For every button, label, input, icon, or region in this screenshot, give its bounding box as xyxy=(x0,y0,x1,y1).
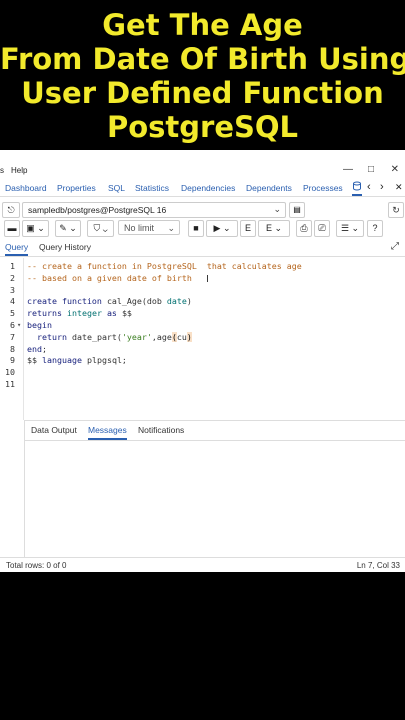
pgadmin-window: s Help — □ ✕ Dashboard Properties SQL St… xyxy=(0,150,405,572)
tab-dependents[interactable]: Dependents xyxy=(246,183,292,193)
code-line: 2 -- based on a given date of birth xyxy=(0,272,405,284)
line-number: 9 xyxy=(10,355,15,366)
line-number: 7 xyxy=(10,331,15,342)
save-icon[interactable]: ▣ ⌄ xyxy=(22,220,49,237)
line-number: 3 xyxy=(10,284,15,295)
object-tabs: Dashboard Properties SQL Statistics Depe… xyxy=(0,178,405,197)
tabs-next-icon[interactable]: › xyxy=(380,181,384,193)
limit-select[interactable]: No limit ⌄ xyxy=(118,220,180,235)
code-line: 8 end; xyxy=(0,343,405,355)
code-line: 5 returns integer as $$ xyxy=(0,307,405,319)
sql-editor[interactable]: 1 -- create a function in PostgreSQL that… xyxy=(0,258,405,420)
line-number: 6 xyxy=(10,320,15,330)
line-number: 5 xyxy=(10,308,15,319)
connection-bar: ⎋ sampledb/postgres@PostgreSQL 16 ⌄ ▤ xyxy=(2,202,305,218)
code-text: -- based on a given date of birth xyxy=(27,272,192,283)
line-number: 10 xyxy=(5,367,15,378)
tab-messages[interactable]: Messages xyxy=(88,425,127,440)
close-window-icon[interactable]: ✕ xyxy=(391,164,399,175)
rollback-icon[interactable]: ⎚ xyxy=(314,220,330,237)
tab-properties[interactable]: Properties xyxy=(57,183,96,193)
refresh-icon[interactable]: ↻ xyxy=(388,202,404,218)
commit-icon[interactable]: ⎙ xyxy=(296,220,312,237)
query-tabs: Query Query History ⤢ xyxy=(0,240,405,257)
connection-status-icon[interactable]: ⎋ xyxy=(2,202,20,218)
code-text: begin xyxy=(27,320,52,330)
explain-analyze-icon[interactable]: E ⌄ xyxy=(258,220,290,237)
tab-data-output[interactable]: Data Output xyxy=(31,425,77,435)
tab-dependencies[interactable]: Dependencies xyxy=(181,183,235,193)
code-text: create function cal_Age(dob date) xyxy=(27,296,192,307)
code-text: returns integer as $$ xyxy=(27,308,132,319)
line-number: 4 xyxy=(10,296,15,307)
line-number: 11 xyxy=(5,379,15,389)
query-toolbar: ▬ ▣ ⌄ ✎ ⌄ ⛉ ⌄ No limit ⌄ ■ ▶ ⌄ E E ⌄ ⎙ ⎚ … xyxy=(0,220,405,237)
menubar: s Help — □ ✕ xyxy=(0,164,405,178)
execute-icon[interactable]: ▶ ⌄ xyxy=(206,220,238,237)
line-number: 8 xyxy=(10,343,15,354)
code-text: $$ language plpgsql; xyxy=(27,355,127,366)
menu-item-partial[interactable]: s xyxy=(0,166,4,175)
code-line: 7 return date_part('year',age(cu) xyxy=(0,331,405,343)
line-number: 2 xyxy=(10,272,15,283)
menu-item-help[interactable]: Help xyxy=(11,166,27,175)
macros-icon[interactable]: ☰ ⌄ xyxy=(336,220,364,237)
cursor-position: Ln 7, Col 33 xyxy=(356,561,400,570)
code-line: 6 ▾ begin xyxy=(0,319,405,331)
code-line: 4 create function cal_Age(dob date) xyxy=(0,295,405,307)
code-text: return date_part('year',age(cu) xyxy=(37,331,192,342)
open-file-icon[interactable]: ▬ xyxy=(4,220,20,237)
title-banner: Get The Age From Date Of Birth Using Use… xyxy=(0,0,405,150)
code-line: 9 $$ language plpgsql; xyxy=(0,354,405,366)
maximize-icon[interactable]: □ xyxy=(368,164,374,175)
line-number: 1 xyxy=(10,261,15,271)
connection-select[interactable]: sampledb/postgres@PostgreSQL 16 ⌄ xyxy=(22,202,286,218)
limit-value: No limit xyxy=(124,223,155,233)
code-text: -- create a function in PostgreSQL that … xyxy=(27,261,302,271)
explain-icon[interactable]: E xyxy=(240,220,256,237)
expand-icon[interactable]: ⤢ xyxy=(391,241,399,252)
tab-notifications[interactable]: Notifications xyxy=(138,425,184,435)
help-icon[interactable]: ? xyxy=(367,220,383,237)
tab-statistics[interactable]: Statistics xyxy=(135,183,169,193)
database-icon[interactable]: ▤ xyxy=(289,202,305,218)
minimize-icon[interactable]: — xyxy=(343,164,353,175)
total-rows: Total rows: 0 of 0 xyxy=(6,561,67,570)
query-tool-tab-icon[interactable] xyxy=(352,181,362,196)
tab-close-icon[interactable]: ✕ xyxy=(395,182,403,193)
stop-icon[interactable]: ■ xyxy=(188,220,204,237)
text-cursor-icon: I xyxy=(206,274,209,285)
connection-value: sampledb/postgres@PostgreSQL 16 xyxy=(28,205,167,215)
code-text: end; xyxy=(27,343,47,354)
tab-sql[interactable]: SQL xyxy=(108,183,125,193)
fold-arrow-icon[interactable]: ▾ xyxy=(17,319,21,331)
tabs-prev-icon[interactable]: ‹ xyxy=(367,181,371,193)
edit-pen-icon[interactable]: ✎ ⌄ xyxy=(55,220,81,237)
tab-dashboard[interactable]: Dashboard xyxy=(5,183,47,193)
filter-icon[interactable]: ⛉ ⌄ xyxy=(87,220,114,237)
results-panel: Data Output Messages Notifications xyxy=(24,420,405,557)
code-line: 10 xyxy=(0,366,405,378)
banner-line-1: Get The Age xyxy=(102,8,303,42)
banner-line-2: From Date Of Birth Using xyxy=(0,42,405,76)
banner-line-3: User Defined Function xyxy=(21,76,384,110)
tab-processes[interactable]: Processes xyxy=(303,183,343,193)
code-line: 3 xyxy=(0,284,405,296)
banner-line-4: PostgreSQL xyxy=(106,110,299,144)
code-line: 1 -- create a function in PostgreSQL that… xyxy=(0,260,405,272)
chevron-down-icon: ⌄ xyxy=(273,204,281,214)
code-line: 11 xyxy=(0,378,405,390)
tab-query[interactable]: Query xyxy=(5,242,29,256)
tab-query-history[interactable]: Query History xyxy=(39,242,91,252)
status-bar: Total rows: 0 of 0 Ln 7, Col 33 xyxy=(0,557,405,573)
